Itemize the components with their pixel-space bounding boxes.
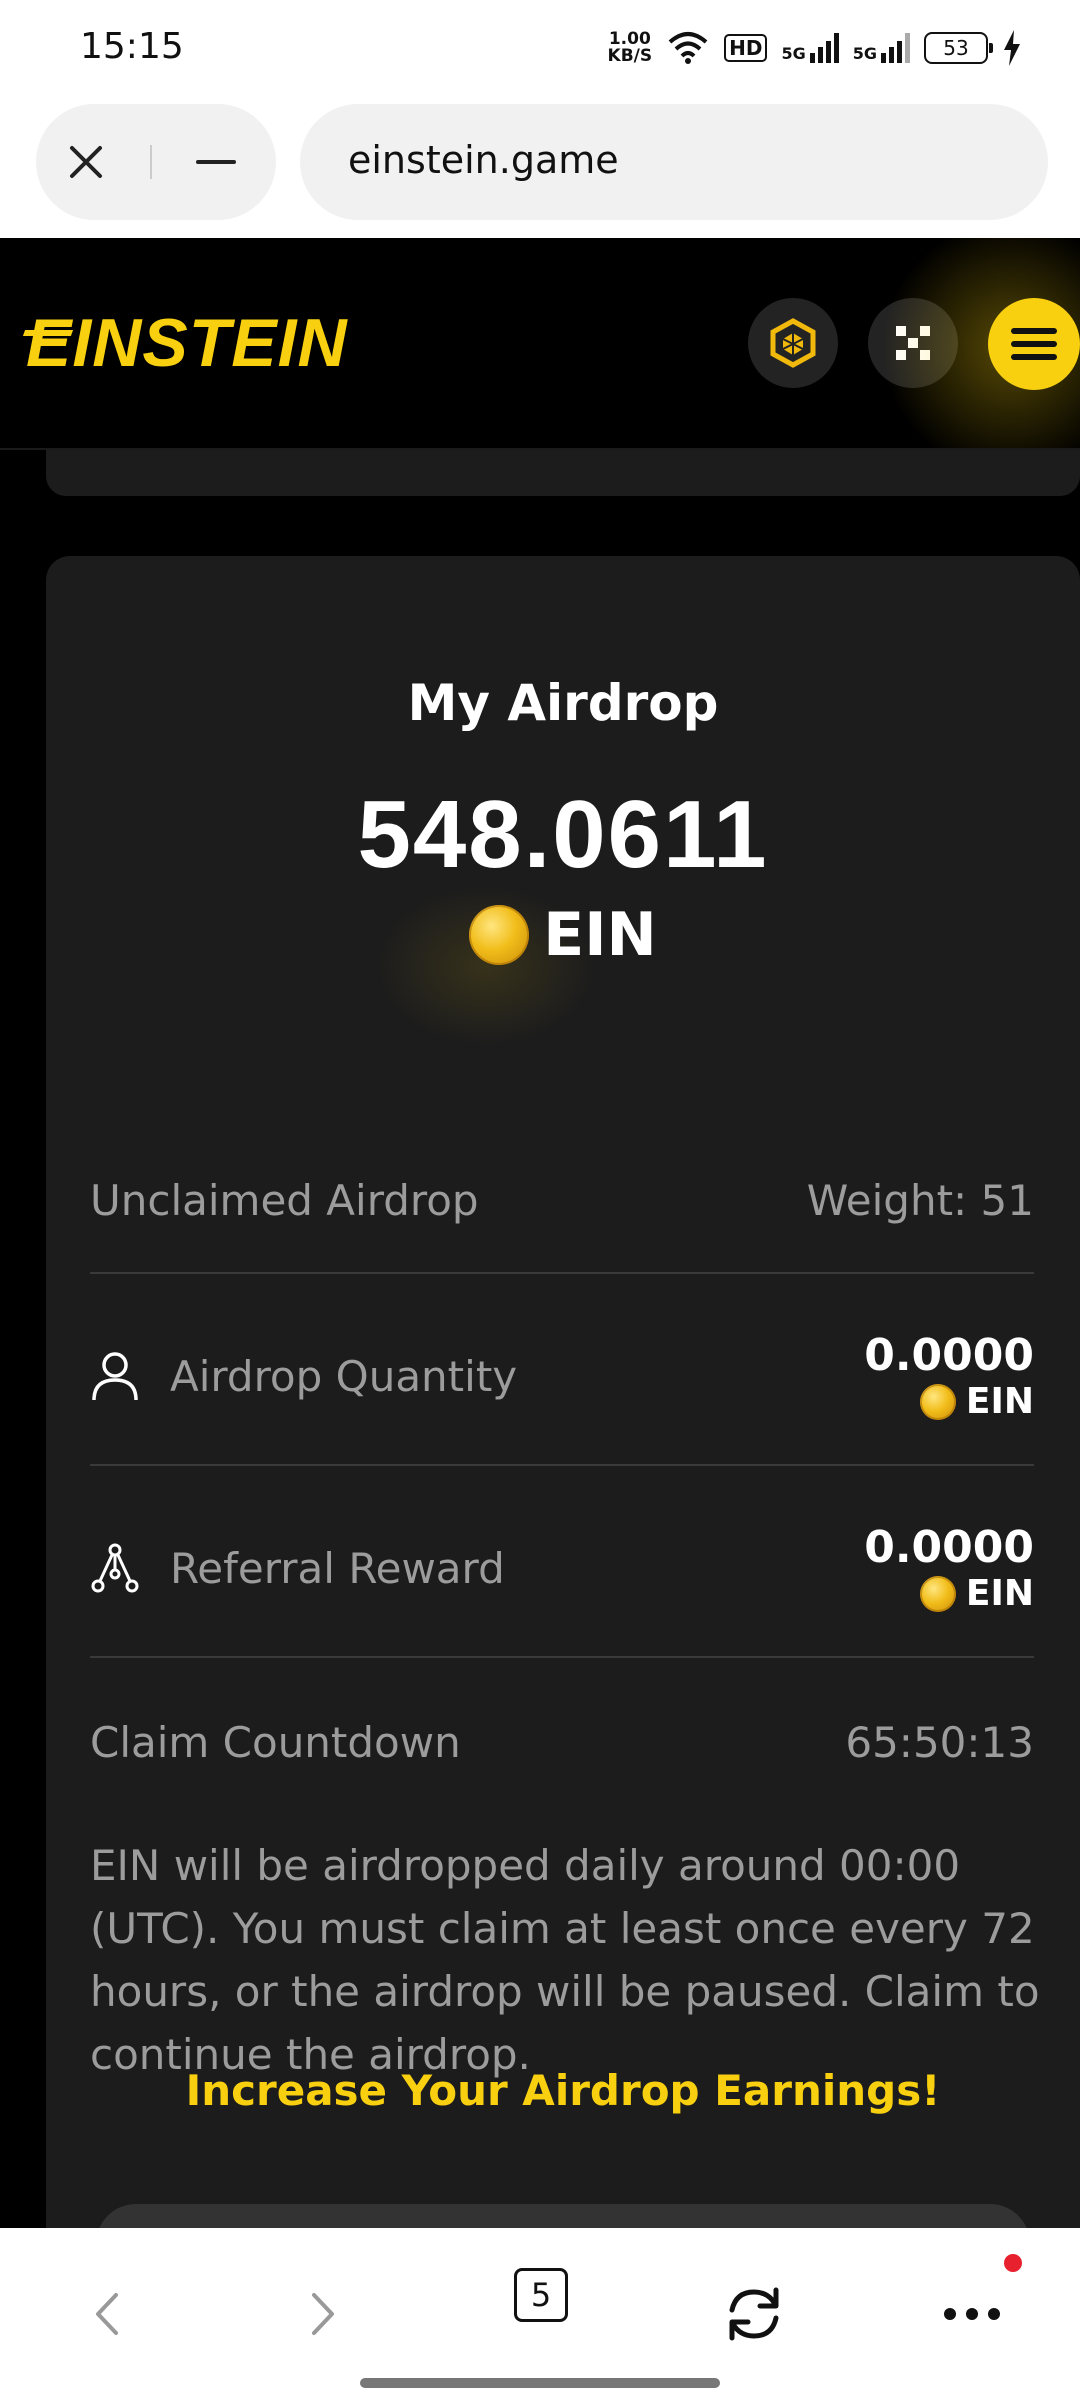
address-bar[interactable]: einstein.game xyxy=(300,104,1048,220)
minimize-button[interactable] xyxy=(166,104,266,220)
sim2-network-label: 5G xyxy=(852,44,877,63)
more-dots-icon xyxy=(944,2308,1000,2320)
status-bar: 15:15 1.00 KB/S HD 5G 5G 53 xyxy=(0,0,1080,96)
ein-coin-icon xyxy=(469,905,530,965)
airdrop-quantity-amount: 0.0000 EIN xyxy=(864,1332,1034,1424)
bnb-chain-button[interactable] xyxy=(748,298,838,388)
close-tab-button[interactable] xyxy=(36,104,136,220)
hd-voice-icon: HD xyxy=(724,34,768,62)
chevron-left-icon xyxy=(96,2293,118,2335)
claim-countdown-label: Claim Countdown xyxy=(90,1718,461,1767)
referral-reward-row: Referral Reward 0.0000 EIN xyxy=(90,1524,1034,1634)
increase-earnings-link[interactable]: Increase Your Airdrop Earnings! xyxy=(46,2066,1080,2115)
notification-dot xyxy=(1004,2254,1022,2272)
ein-coin-icon xyxy=(919,1384,956,1420)
divider xyxy=(90,1656,1034,1658)
browser-toolbar: einstein.game xyxy=(0,96,1080,238)
battery-icon: 53 xyxy=(924,32,993,64)
status-time: 15:15 xyxy=(80,26,184,67)
tab-controls-divider xyxy=(150,145,152,179)
airdrop-title: My Airdrop xyxy=(407,674,719,732)
browser-bottom-bar: 5 xyxy=(0,2228,1080,2408)
tabs-button[interactable]: 5 xyxy=(514,2268,568,2322)
close-icon xyxy=(70,146,102,178)
referral-network-icon xyxy=(91,1543,139,1593)
forward-button[interactable] xyxy=(290,2282,354,2346)
refresh-icon xyxy=(729,2287,779,2341)
unclaimed-label: Unclaimed Airdrop xyxy=(90,1176,479,1225)
chevron-right-icon xyxy=(312,2293,334,2335)
airdrop-quantity-label-group: Airdrop Quantity xyxy=(90,1350,517,1402)
wifi-icon xyxy=(668,32,708,64)
menu-line xyxy=(1011,328,1057,334)
referral-reward-amount: 0.0000 EIN xyxy=(864,1524,1034,1616)
referral-reward-label-group: Referral Reward xyxy=(90,1542,505,1594)
signal-sim2-icon: 5G xyxy=(853,33,910,63)
weight-value: Weight: 51 xyxy=(806,1176,1034,1225)
divider xyxy=(90,1272,1034,1274)
net-speed-unit: KB/S xyxy=(607,46,653,66)
menu-line xyxy=(1011,341,1057,347)
bnb-chain-icon xyxy=(770,318,816,368)
charging-icon xyxy=(1004,30,1020,66)
referral-reward-token: EIN xyxy=(864,1572,1034,1616)
divider xyxy=(90,1464,1034,1466)
action-button[interactable] xyxy=(96,2204,1030,2230)
gesture-home-bar[interactable] xyxy=(360,2378,720,2388)
back-button[interactable] xyxy=(76,2282,140,2346)
user-icon xyxy=(92,1352,138,1401)
token-symbol: EIN xyxy=(965,1573,1034,1614)
referral-reward-label: Referral Reward xyxy=(170,1543,505,1593)
url-text: einstein.game xyxy=(348,138,619,182)
menu-line xyxy=(1011,354,1057,360)
page-content: My Airdrop 548.0611 EIN Unclaimed Airdro… xyxy=(0,450,1080,2230)
token-symbol: EIN xyxy=(965,1381,1034,1422)
airdrop-notice: EIN will be airdropped daily around 00:0… xyxy=(90,1841,1040,2079)
airdrop-card: My Airdrop 548.0611 EIN Unclaimed Airdro… xyxy=(46,556,1080,2230)
airdrop-quantity-label: Airdrop Quantity xyxy=(170,1351,518,1401)
signal-sim1-icon: 5G xyxy=(781,33,839,63)
site-header: EINSTEIN xyxy=(0,238,1080,450)
sim1-network-label: 5G xyxy=(781,44,806,63)
token-symbol: EIN xyxy=(543,900,657,970)
previous-card xyxy=(46,450,1080,496)
tab-controls xyxy=(36,104,276,220)
net-speed-indicator: 1.00 KB/S xyxy=(608,31,653,65)
airdrop-quantity-value: 0.0000 xyxy=(864,1330,1034,1381)
referral-reward-value: 0.0000 xyxy=(864,1522,1034,1573)
status-icons: 1.00 KB/S HD 5G 5G 53 xyxy=(608,26,1022,70)
hamburger-menu-button[interactable] xyxy=(988,298,1080,390)
claim-countdown-value: 65:50:13 xyxy=(845,1718,1034,1767)
airdrop-quantity-token: EIN xyxy=(864,1380,1034,1424)
ein-coin-icon xyxy=(919,1576,956,1612)
minimize-icon xyxy=(196,160,236,164)
einstein-logo[interactable]: EINSTEIN xyxy=(26,304,348,382)
refresh-button[interactable] xyxy=(722,2282,786,2346)
airdrop-total-token: EIN xyxy=(46,900,1080,970)
airdrop-total-amount: 548.0611 xyxy=(357,781,769,888)
airdrop-quantity-row: Airdrop Quantity 0.0000 EIN xyxy=(90,1332,1034,1442)
more-options-button[interactable] xyxy=(940,2282,1004,2346)
